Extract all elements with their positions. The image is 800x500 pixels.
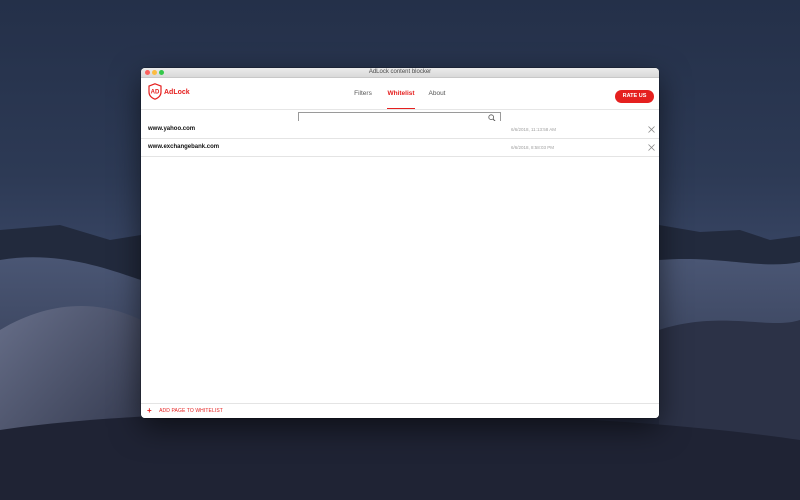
- list-item: www.yahoo.com 6/6/2018, 11:13:58 AM: [141, 121, 659, 139]
- whitelist-domain: www.exchangebank.com: [148, 144, 220, 150]
- close-icon[interactable]: [648, 126, 655, 133]
- app-footer: + ADD PAGE TO WHITELIST: [141, 403, 659, 418]
- close-icon[interactable]: [648, 144, 655, 151]
- tab-about[interactable]: About: [425, 84, 449, 108]
- app-name: AdLock: [164, 89, 190, 96]
- whitelist-list: www.yahoo.com 6/6/2018, 11:13:58 AM www.…: [141, 121, 659, 157]
- plus-icon: +: [147, 406, 152, 415]
- whitelist-domain: www.yahoo.com: [148, 126, 196, 132]
- whitelist-timestamp: 6/6/2018, 8:58:03 PM: [511, 145, 555, 150]
- window-title: AdLock content blocker: [368, 69, 432, 75]
- app-window: AdLock content blocker AD AdLock Filters…: [141, 68, 659, 418]
- rate-us-button[interactable]: RATE US: [615, 90, 654, 103]
- app-header: AD AdLock Filters Whitelist About RATE U…: [141, 78, 659, 110]
- add-page-label: ADD PAGE TO WHITELIST: [159, 408, 223, 414]
- list-item: www.exchangebank.com 6/6/2018, 8:58:03 P…: [141, 139, 659, 157]
- window-titlebar[interactable]: AdLock content blocker: [141, 68, 659, 78]
- svg-text:AD: AD: [151, 90, 160, 96]
- tab-whitelist[interactable]: Whitelist: [387, 84, 415, 109]
- whitelist-timestamp: 6/6/2018, 11:13:58 AM: [511, 127, 556, 132]
- tab-filters[interactable]: Filters: [349, 84, 377, 108]
- add-page-to-whitelist-button[interactable]: + ADD PAGE TO WHITELIST: [147, 404, 223, 418]
- adlock-shield-icon: AD: [148, 83, 162, 100]
